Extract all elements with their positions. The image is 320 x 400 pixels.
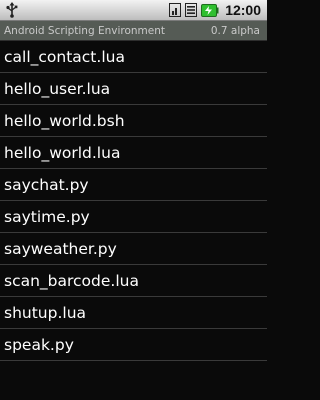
list-item[interactable]: speak.py — [0, 329, 267, 361]
list-item[interactable]: call_contact.lua — [0, 41, 267, 73]
script-name: saychat.py — [4, 175, 89, 194]
script-name: scan_barcode.lua — [4, 271, 139, 290]
clock: 12:00 — [225, 2, 261, 18]
battery-charging-icon — [201, 3, 219, 17]
status-icons: 12:00 — [169, 0, 261, 20]
script-name: shutup.lua — [4, 303, 87, 322]
app-title: Android Scripting Environment — [4, 24, 166, 37]
usb-icon — [6, 2, 18, 18]
list-item[interactable]: hello_user.lua — [0, 73, 267, 105]
list-item[interactable]: hello_world.lua — [0, 137, 267, 169]
list-item[interactable]: scan_barcode.lua — [0, 265, 267, 297]
list-item[interactable]: saychat.py — [0, 169, 267, 201]
status-bar: 12:00 — [0, 0, 267, 21]
script-list: call_contact.lua hello_user.lua hello_wo… — [0, 41, 267, 361]
list-item[interactable]: hello_world.bsh — [0, 105, 267, 137]
script-name: sayweather.py — [4, 239, 117, 258]
script-name: speak.py — [4, 335, 74, 354]
app-version: 0.7 alpha — [210, 24, 260, 37]
script-name: hello_user.lua — [4, 79, 111, 98]
network-3g-icon — [185, 3, 198, 17]
signal-icon — [169, 3, 182, 17]
script-name: saytime.py — [4, 207, 90, 226]
script-name: hello_world.lua — [4, 143, 121, 162]
list-item[interactable]: shutup.lua — [0, 297, 267, 329]
script-name: call_contact.lua — [4, 47, 125, 66]
title-bar: Android Scripting Environment 0.7 alpha — [0, 21, 267, 41]
list-item[interactable]: sayweather.py — [0, 233, 267, 265]
list-item[interactable]: saytime.py — [0, 201, 267, 233]
script-name: hello_world.bsh — [4, 111, 125, 130]
